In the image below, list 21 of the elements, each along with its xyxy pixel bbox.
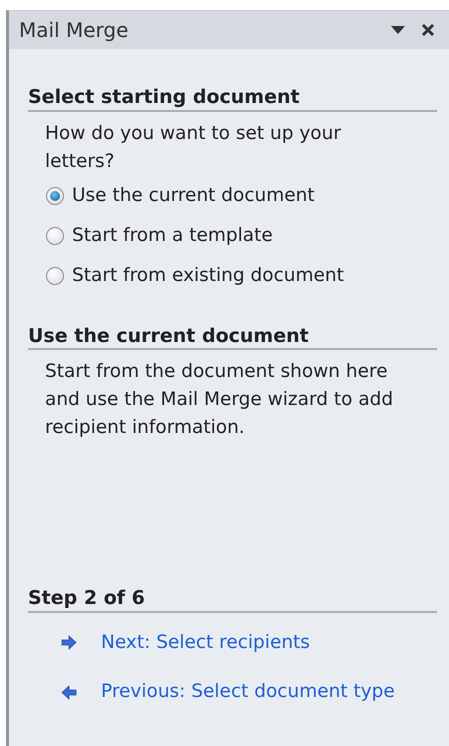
pane-title: Mail Merge: [19, 17, 128, 44]
radio-option[interactable]: Use the current document: [9, 182, 449, 210]
wizard-link[interactable]: Next: Select recipients: [101, 628, 310, 656]
option-label: Start from a template: [72, 224, 273, 248]
right-arrow-icon: [61, 634, 77, 650]
radio-option[interactable]: Start from a template: [9, 222, 449, 250]
question-text: How do you want to set up your letters?: [44, 122, 342, 174]
section-heading: Select starting document: [28, 85, 437, 112]
section-heading: Use the current document: [28, 324, 437, 350]
radio-button[interactable]: [46, 266, 64, 285]
wizard-link[interactable]: Previous: Select document type: [101, 678, 395, 706]
option-label: Use the current document: [72, 184, 315, 208]
step-heading: Step 2 of 6: [28, 586, 437, 612]
dropdown-icon[interactable]: [391, 26, 405, 34]
radio-option[interactable]: Start from existing document: [9, 262, 449, 290]
left-arrow-icon: [61, 684, 77, 700]
radio-button[interactable]: [46, 186, 64, 205]
option-label: Start from existing document: [72, 264, 344, 288]
radio-button[interactable]: [46, 226, 64, 245]
description-text: Start from the document shown here and use the Mail Merge wizard to add recipient information.: [44, 360, 394, 440]
close-icon[interactable]: [421, 23, 435, 37]
